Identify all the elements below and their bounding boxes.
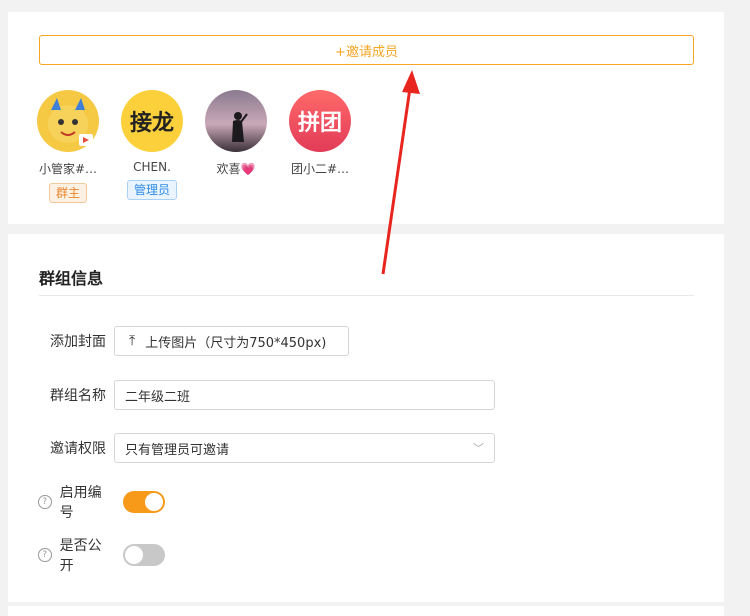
member-name: 欢喜💗	[216, 162, 256, 176]
group-name-label: 群组名称	[50, 388, 106, 404]
admin-badge: 管理员	[126, 180, 177, 200]
member-name: CHEN.	[133, 160, 171, 174]
numbering-row: ? 启用编号	[8, 485, 165, 521]
members-card: +邀请成员 小管家#… 群主 接龙 CHEN. 管理员 欢喜💗 拼团 团小二#…	[8, 12, 724, 224]
numbering-toggle[interactable]	[123, 491, 165, 513]
toggle-knob	[125, 546, 143, 564]
group-info-card: 群组信息 添加封面 ⤒ 上传图片（尺寸为750*450px) 群组名称 二年级二…	[8, 234, 724, 602]
toggle-knob	[145, 493, 163, 511]
invite-permission-label: 邀请权限	[50, 441, 106, 457]
help-icon[interactable]: ?	[38, 495, 52, 509]
bottom-card-edge	[8, 606, 724, 616]
public-row: ? 是否公开	[8, 538, 165, 574]
numbering-label-group: ? 启用编号	[8, 482, 114, 522]
avatar	[205, 90, 267, 152]
member-item[interactable]: 接龙 CHEN. 管理员	[112, 90, 192, 200]
member-name: 团小二#…	[290, 162, 350, 176]
name-row: 群组名称 二年级二班	[8, 379, 495, 411]
divider	[39, 295, 694, 296]
invite-members-button[interactable]: +邀请成员	[39, 35, 694, 65]
avatar: 接龙	[121, 90, 183, 152]
group-name-value: 二年级二班	[125, 389, 191, 405]
invite-permission-value: 只有管理员可邀请	[125, 442, 230, 458]
upload-icon: ⤒	[129, 333, 136, 349]
member-name: 小管家#…	[38, 162, 98, 176]
chevron-down-icon: ﹀	[473, 442, 484, 455]
mascot-icon	[48, 98, 93, 146]
person-photo-icon	[232, 112, 248, 142]
cover-label: 添加封面	[50, 334, 106, 350]
owner-badge: 群主	[48, 183, 87, 203]
group-name-input[interactable]: 二年级二班	[114, 380, 495, 410]
member-item[interactable]: 小管家#… 群主	[28, 90, 108, 203]
permission-row: 邀请权限 只有管理员可邀请 ﹀	[8, 432, 495, 464]
invite-permission-select[interactable]: 只有管理员可邀请 ﹀	[114, 433, 495, 463]
avatar-text: 接龙	[129, 111, 174, 136]
upload-cover-button[interactable]: ⤒ 上传图片（尺寸为750*450px)	[114, 326, 349, 356]
public-label: 是否公开	[59, 538, 102, 574]
help-icon[interactable]: ?	[38, 548, 52, 562]
numbering-label: 启用编号	[59, 485, 102, 521]
member-item[interactable]: 欢喜💗	[196, 90, 276, 177]
upload-text: 上传图片（尺寸为750*450px)	[145, 335, 327, 351]
avatar-text: 拼团	[297, 111, 342, 136]
avatar: 拼团	[289, 90, 351, 152]
public-toggle[interactable]	[123, 544, 165, 566]
cover-row: 添加封面 ⤒ 上传图片（尺寸为750*450px)	[8, 325, 349, 357]
avatar	[37, 90, 99, 152]
public-label-group: ? 是否公开	[8, 535, 114, 575]
member-item[interactable]: 拼团 团小二#…	[280, 90, 360, 177]
section-title: 群组信息	[39, 269, 104, 288]
